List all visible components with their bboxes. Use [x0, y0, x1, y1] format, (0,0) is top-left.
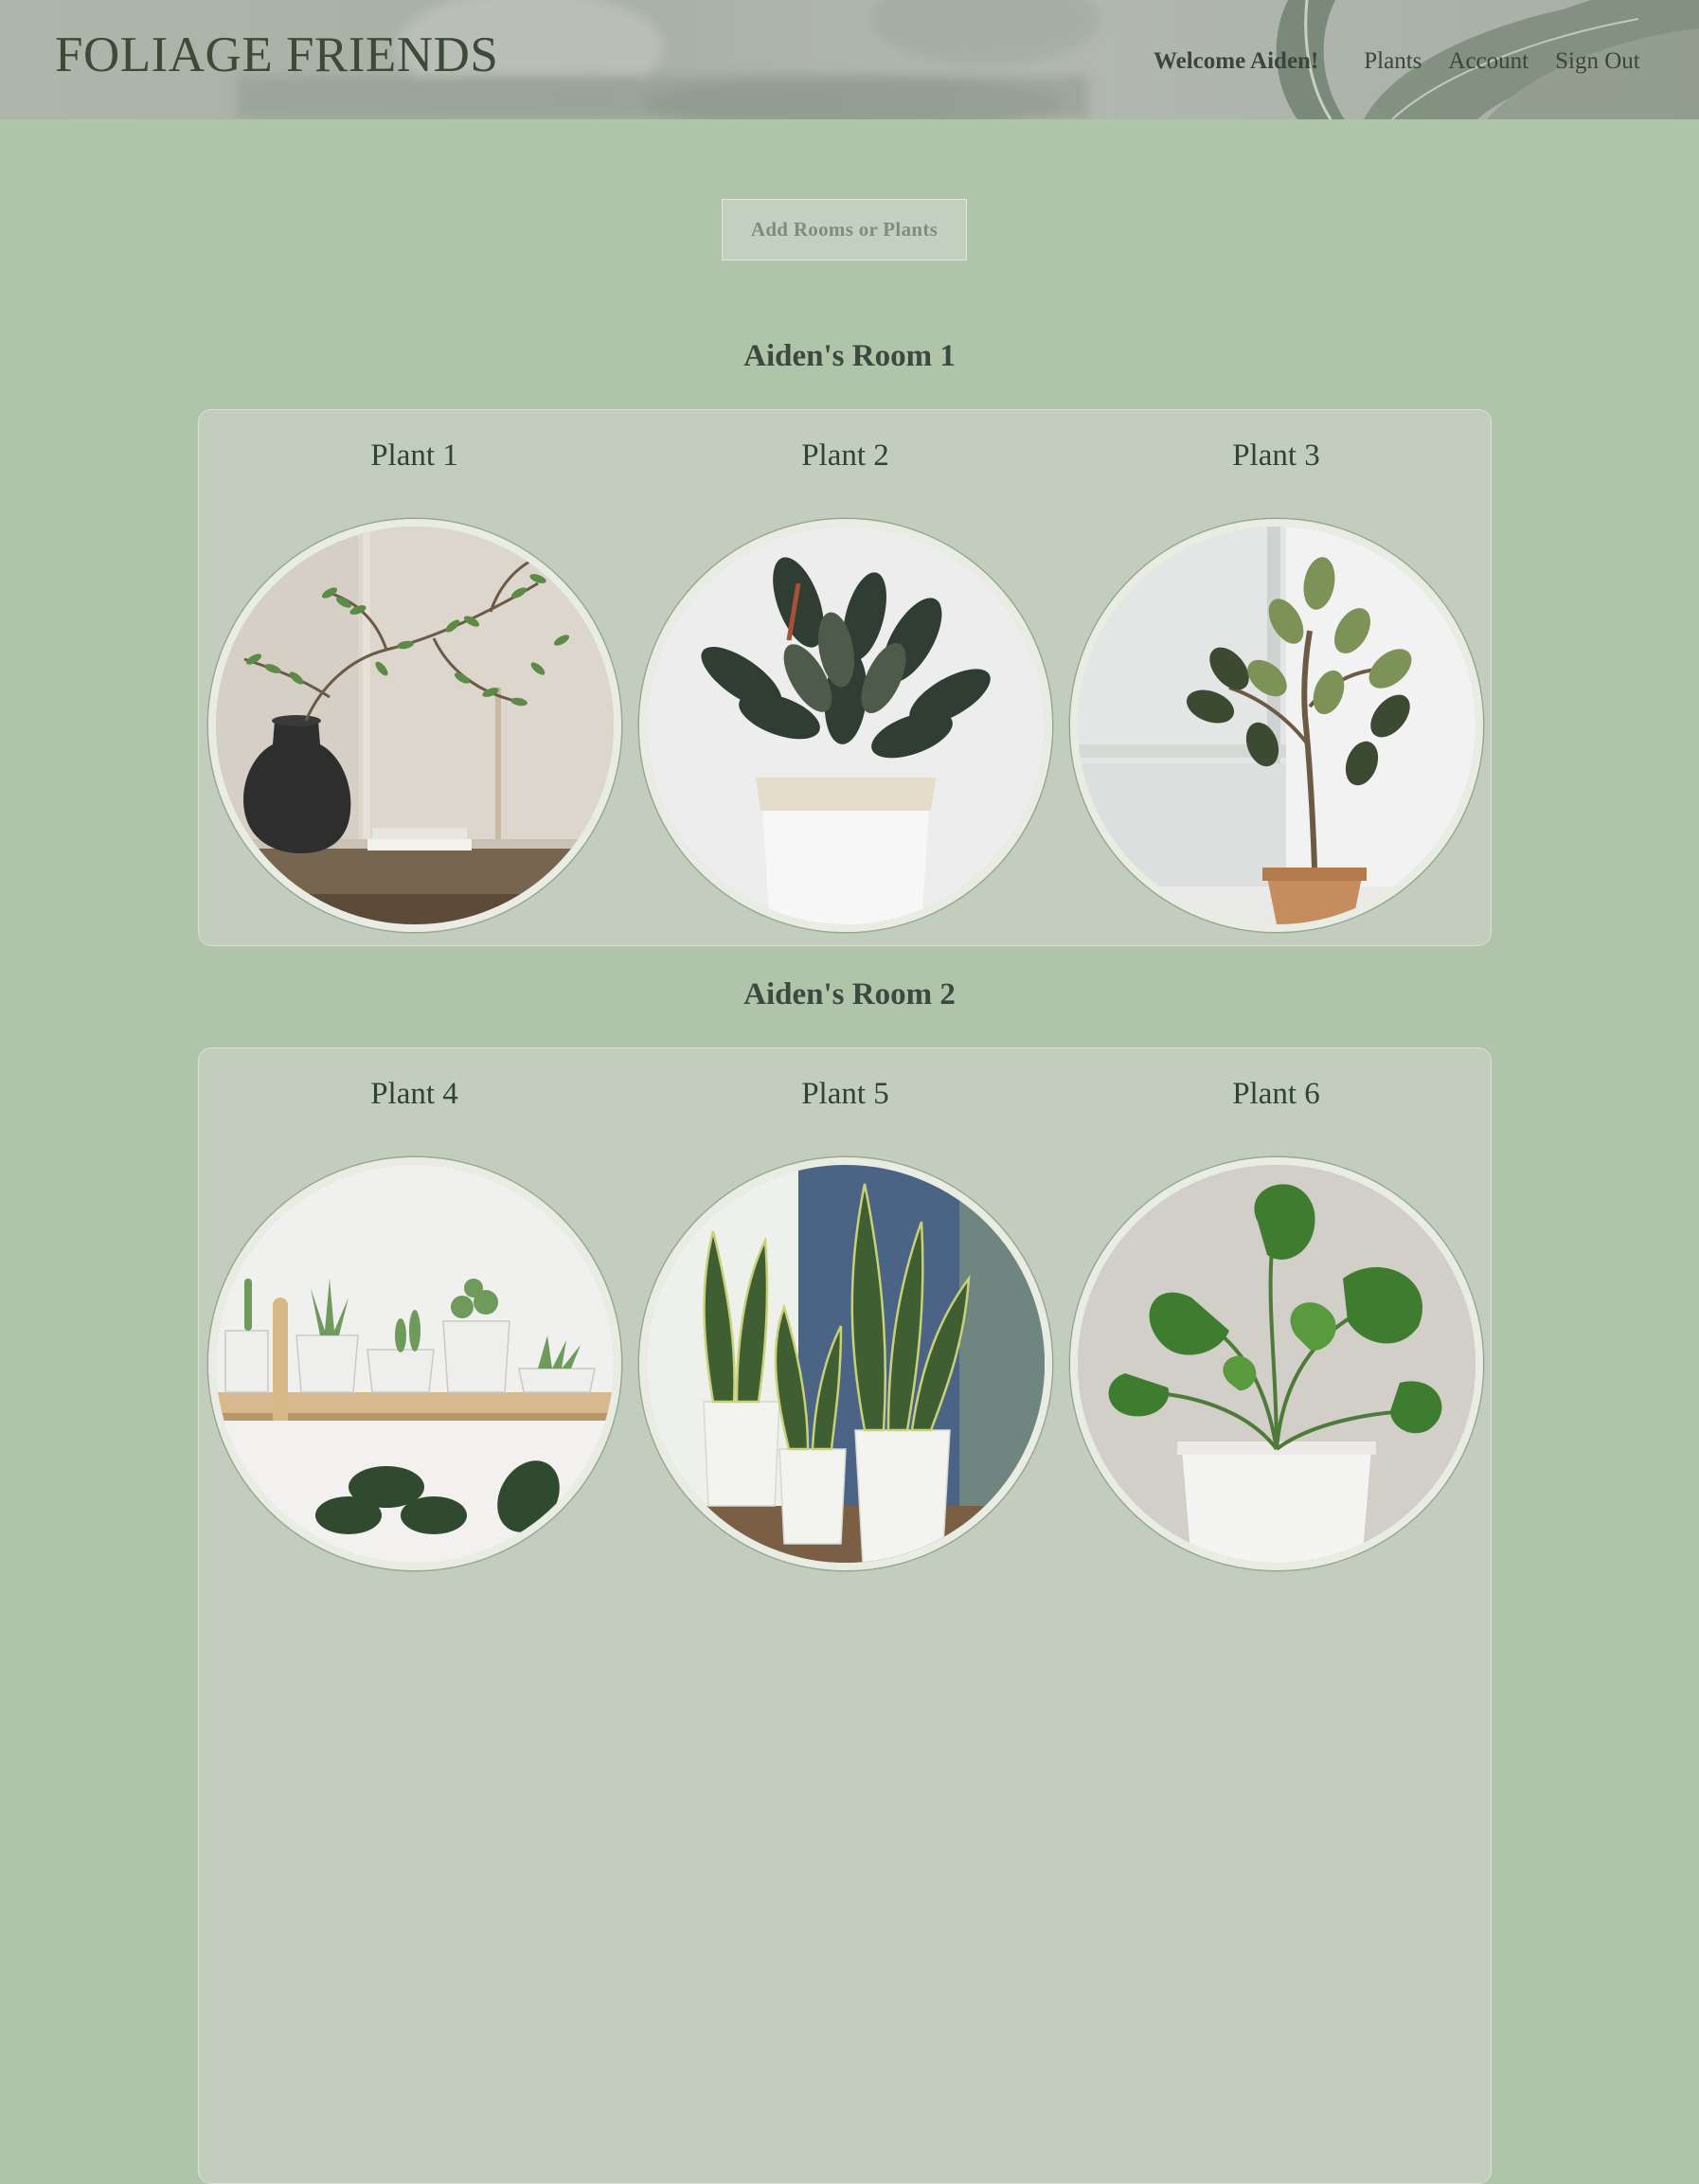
ficus-tree-image	[1078, 527, 1475, 924]
plant-card[interactable]: Plant 3	[1061, 410, 1491, 945]
plant-name[interactable]: Plant 3	[1061, 439, 1491, 474]
plant-name[interactable]: Plant 6	[1061, 1077, 1491, 1112]
plant-photo[interactable]	[639, 1157, 1052, 1570]
plant-card[interactable]: Plant 6	[1061, 1048, 1491, 2183]
succulents-shelf-image	[216, 1165, 614, 1563]
plant-photo[interactable]	[1070, 1157, 1483, 1570]
rubber-plant-image	[647, 527, 1045, 924]
top-nav: Welcome Aiden! Plants Account Sign Out	[1154, 48, 1640, 75]
add-rooms-or-plants-button[interactable]: Add Rooms or Plants	[722, 199, 967, 260]
plant-photo[interactable]	[208, 1157, 621, 1570]
plant-photo[interactable]	[208, 519, 621, 932]
room-title: Aiden's Room 1	[743, 339, 956, 373]
nav-sign-out-link[interactable]: Sign Out	[1555, 48, 1640, 75]
plant-name[interactable]: Plant 1	[199, 439, 630, 474]
room-panel: Plant 1 Plant 2 Plant 3	[198, 409, 1492, 946]
plant-card[interactable]: Plant 4	[199, 1048, 630, 2183]
plant-card[interactable]: Plant 2	[630, 410, 1061, 945]
nav-plants-link[interactable]: Plants	[1364, 48, 1422, 75]
snake-plants-image	[647, 1165, 1045, 1563]
welcome-message: Welcome Aiden!	[1154, 48, 1319, 74]
plant-photo[interactable]	[1070, 519, 1483, 932]
plant-card[interactable]: Plant 5	[630, 1048, 1061, 2183]
plant-name[interactable]: Plant 2	[630, 439, 1061, 474]
room-title: Aiden's Room 2	[743, 977, 956, 1011]
plant-name[interactable]: Plant 5	[630, 1077, 1061, 1112]
nav-account-link[interactable]: Account	[1448, 48, 1529, 75]
plant-photo[interactable]	[639, 519, 1052, 932]
olive-branches-vase-image	[216, 527, 614, 924]
brand-logo[interactable]: FOLIAGE FRIENDS	[55, 27, 498, 83]
monstera-image	[1078, 1165, 1475, 1563]
plant-card[interactable]: Plant 1	[199, 410, 630, 945]
room-panel: Plant 4 Plant 5 Plant 6	[198, 1047, 1492, 2184]
site-header: FOLIAGE FRIENDS Welcome Aiden! Plants Ac…	[0, 0, 1699, 119]
plant-name[interactable]: Plant 4	[199, 1077, 630, 1112]
